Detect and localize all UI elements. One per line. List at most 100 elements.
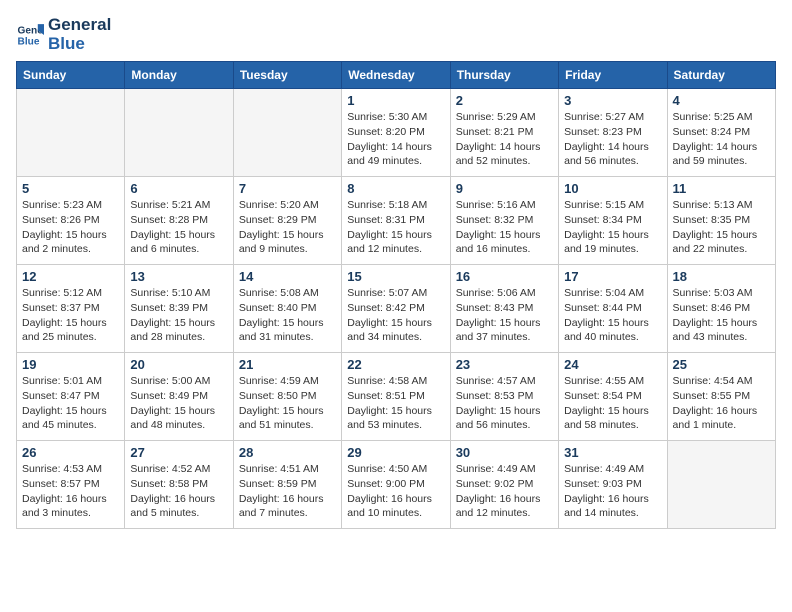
day-info: Sunrise: 5:01 AM Sunset: 8:47 PM Dayligh… <box>22 374 119 433</box>
calendar-day-cell: 6 Sunrise: 5:21 AM Sunset: 8:28 PM Daylig… <box>125 177 233 265</box>
calendar-day-cell: 25 Sunrise: 4:54 AM Sunset: 8:55 PM Dayli… <box>667 353 775 441</box>
day-info: Sunrise: 5:27 AM Sunset: 8:23 PM Dayligh… <box>564 110 661 169</box>
calendar-day-cell: 26Sunrise: 4:53 AM Sunset: 8:57 PM Dayli… <box>17 441 125 529</box>
day-info: Sunrise: 5:18 AM Sunset: 8:31 PM Dayligh… <box>347 198 444 257</box>
calendar-day-cell: 13 Sunrise: 5:10 AM Sunset: 8:39 PM Dayli… <box>125 265 233 353</box>
weekday-header-tuesday: Tuesday <box>233 62 341 89</box>
day-info: Sunrise: 4:49 AM Sunset: 9:03 PM Dayligh… <box>564 462 661 521</box>
calendar-day-cell: 20 Sunrise: 5:00 AM Sunset: 8:49 PM Dayli… <box>125 353 233 441</box>
calendar-day-cell: 2Sunrise: 5:29 AM Sunset: 8:21 PM Daylig… <box>450 89 558 177</box>
calendar-empty-cell <box>17 89 125 177</box>
calendar-day-cell: 22 Sunrise: 4:58 AM Sunset: 8:51 PM Dayli… <box>342 353 450 441</box>
day-info: Sunrise: 5:29 AM Sunset: 8:21 PM Dayligh… <box>456 110 553 169</box>
calendar-day-cell: 27 Sunrise: 4:52 AM Sunset: 8:58 PM Dayli… <box>125 441 233 529</box>
calendar-day-cell: 5 Sunrise: 5:23 AM Sunset: 8:26 PM Daylig… <box>17 177 125 265</box>
day-info: Sunrise: 5:07 AM Sunset: 8:42 PM Dayligh… <box>347 286 444 345</box>
calendar-day-cell: 16 Sunrise: 5:06 AM Sunset: 8:43 PM Dayli… <box>450 265 558 353</box>
calendar-day-cell: 14 Sunrise: 5:08 AM Sunset: 8:40 PM Dayli… <box>233 265 341 353</box>
calendar-day-cell: 1Sunrise: 5:30 AM Sunset: 8:20 PM Daylig… <box>342 89 450 177</box>
day-info: Sunrise: 5:23 AM Sunset: 8:26 PM Dayligh… <box>22 198 119 257</box>
calendar-day-cell: 15Sunrise: 5:07 AM Sunset: 8:42 PM Dayli… <box>342 265 450 353</box>
logo-general: General <box>48 16 111 35</box>
calendar-header-row: SundayMondayTuesdayWednesdayThursdayFrid… <box>17 62 776 89</box>
day-number: 23 <box>456 357 553 372</box>
day-number: 29 <box>347 445 444 460</box>
calendar-table: SundayMondayTuesdayWednesdayThursdayFrid… <box>16 61 776 529</box>
day-number: 3 <box>564 93 661 108</box>
day-info: Sunrise: 4:58 AM Sunset: 8:51 PM Dayligh… <box>347 374 444 433</box>
day-number: 5 <box>22 181 119 196</box>
day-number: 22 <box>347 357 444 372</box>
day-info: Sunrise: 5:00 AM Sunset: 8:49 PM Dayligh… <box>130 374 227 433</box>
day-info: Sunrise: 4:57 AM Sunset: 8:53 PM Dayligh… <box>456 374 553 433</box>
day-info: Sunrise: 4:50 AM Sunset: 9:00 PM Dayligh… <box>347 462 444 521</box>
day-info: Sunrise: 5:15 AM Sunset: 8:34 PM Dayligh… <box>564 198 661 257</box>
calendar-empty-cell <box>233 89 341 177</box>
day-info: Sunrise: 4:52 AM Sunset: 8:58 PM Dayligh… <box>130 462 227 521</box>
calendar-day-cell: 29 Sunrise: 4:50 AM Sunset: 9:00 PM Dayli… <box>342 441 450 529</box>
calendar-day-cell: 9Sunrise: 5:16 AM Sunset: 8:32 PM Daylig… <box>450 177 558 265</box>
calendar-day-cell: 12 Sunrise: 5:12 AM Sunset: 8:37 PM Dayli… <box>17 265 125 353</box>
weekday-header-monday: Monday <box>125 62 233 89</box>
day-number: 16 <box>456 269 553 284</box>
day-number: 19 <box>22 357 119 372</box>
weekday-header-wednesday: Wednesday <box>342 62 450 89</box>
day-info: Sunrise: 5:20 AM Sunset: 8:29 PM Dayligh… <box>239 198 336 257</box>
day-info: Sunrise: 5:08 AM Sunset: 8:40 PM Dayligh… <box>239 286 336 345</box>
calendar-week-row: 5 Sunrise: 5:23 AM Sunset: 8:26 PM Daylig… <box>17 177 776 265</box>
calendar-day-cell: 11Sunrise: 5:13 AM Sunset: 8:35 PM Dayli… <box>667 177 775 265</box>
weekday-header-saturday: Saturday <box>667 62 775 89</box>
calendar-day-cell: 30 Sunrise: 4:49 AM Sunset: 9:02 PM Dayli… <box>450 441 558 529</box>
weekday-header-sunday: Sunday <box>17 62 125 89</box>
calendar-day-cell: 4 Sunrise: 5:25 AM Sunset: 8:24 PM Daylig… <box>667 89 775 177</box>
day-info: Sunrise: 4:49 AM Sunset: 9:02 PM Dayligh… <box>456 462 553 521</box>
day-number: 30 <box>456 445 553 460</box>
logo-blue: Blue <box>48 35 111 54</box>
calendar-day-cell: 21 Sunrise: 4:59 AM Sunset: 8:50 PM Dayli… <box>233 353 341 441</box>
weekday-header-friday: Friday <box>559 62 667 89</box>
calendar-week-row: 19 Sunrise: 5:01 AM Sunset: 8:47 PM Dayli… <box>17 353 776 441</box>
calendar-empty-cell <box>125 89 233 177</box>
day-info: Sunrise: 5:10 AM Sunset: 8:39 PM Dayligh… <box>130 286 227 345</box>
day-number: 10 <box>564 181 661 196</box>
calendar-empty-cell <box>667 441 775 529</box>
day-number: 25 <box>673 357 770 372</box>
calendar-day-cell: 8 Sunrise: 5:18 AM Sunset: 8:31 PM Daylig… <box>342 177 450 265</box>
day-info: Sunrise: 4:55 AM Sunset: 8:54 PM Dayligh… <box>564 374 661 433</box>
day-number: 4 <box>673 93 770 108</box>
day-number: 13 <box>130 269 227 284</box>
calendar-day-cell: 24 Sunrise: 4:55 AM Sunset: 8:54 PM Dayli… <box>559 353 667 441</box>
day-info: Sunrise: 5:21 AM Sunset: 8:28 PM Dayligh… <box>130 198 227 257</box>
svg-text:Blue: Blue <box>18 36 40 47</box>
calendar-week-row: 26Sunrise: 4:53 AM Sunset: 8:57 PM Dayli… <box>17 441 776 529</box>
day-number: 28 <box>239 445 336 460</box>
day-number: 12 <box>22 269 119 284</box>
day-info: Sunrise: 4:59 AM Sunset: 8:50 PM Dayligh… <box>239 374 336 433</box>
day-number: 8 <box>347 181 444 196</box>
day-info: Sunrise: 5:12 AM Sunset: 8:37 PM Dayligh… <box>22 286 119 345</box>
day-number: 14 <box>239 269 336 284</box>
day-number: 21 <box>239 357 336 372</box>
day-number: 18 <box>673 269 770 284</box>
header: General Blue General Blue <box>16 16 776 53</box>
day-number: 7 <box>239 181 336 196</box>
weekday-header-thursday: Thursday <box>450 62 558 89</box>
day-info: Sunrise: 5:13 AM Sunset: 8:35 PM Dayligh… <box>673 198 770 257</box>
calendar-day-cell: 18 Sunrise: 5:03 AM Sunset: 8:46 PM Dayli… <box>667 265 775 353</box>
day-number: 26 <box>22 445 119 460</box>
day-number: 6 <box>130 181 227 196</box>
calendar-day-cell: 19 Sunrise: 5:01 AM Sunset: 8:47 PM Dayli… <box>17 353 125 441</box>
day-info: Sunrise: 5:03 AM Sunset: 8:46 PM Dayligh… <box>673 286 770 345</box>
day-number: 24 <box>564 357 661 372</box>
calendar-day-cell: 28 Sunrise: 4:51 AM Sunset: 8:59 PM Dayli… <box>233 441 341 529</box>
day-number: 20 <box>130 357 227 372</box>
day-number: 17 <box>564 269 661 284</box>
calendar-day-cell: 23 Sunrise: 4:57 AM Sunset: 8:53 PM Dayli… <box>450 353 558 441</box>
day-info: Sunrise: 5:06 AM Sunset: 8:43 PM Dayligh… <box>456 286 553 345</box>
day-number: 31 <box>564 445 661 460</box>
day-info: Sunrise: 5:25 AM Sunset: 8:24 PM Dayligh… <box>673 110 770 169</box>
day-info: Sunrise: 4:51 AM Sunset: 8:59 PM Dayligh… <box>239 462 336 521</box>
logo-icon: General Blue <box>16 21 44 49</box>
day-number: 27 <box>130 445 227 460</box>
day-info: Sunrise: 4:54 AM Sunset: 8:55 PM Dayligh… <box>673 374 770 433</box>
